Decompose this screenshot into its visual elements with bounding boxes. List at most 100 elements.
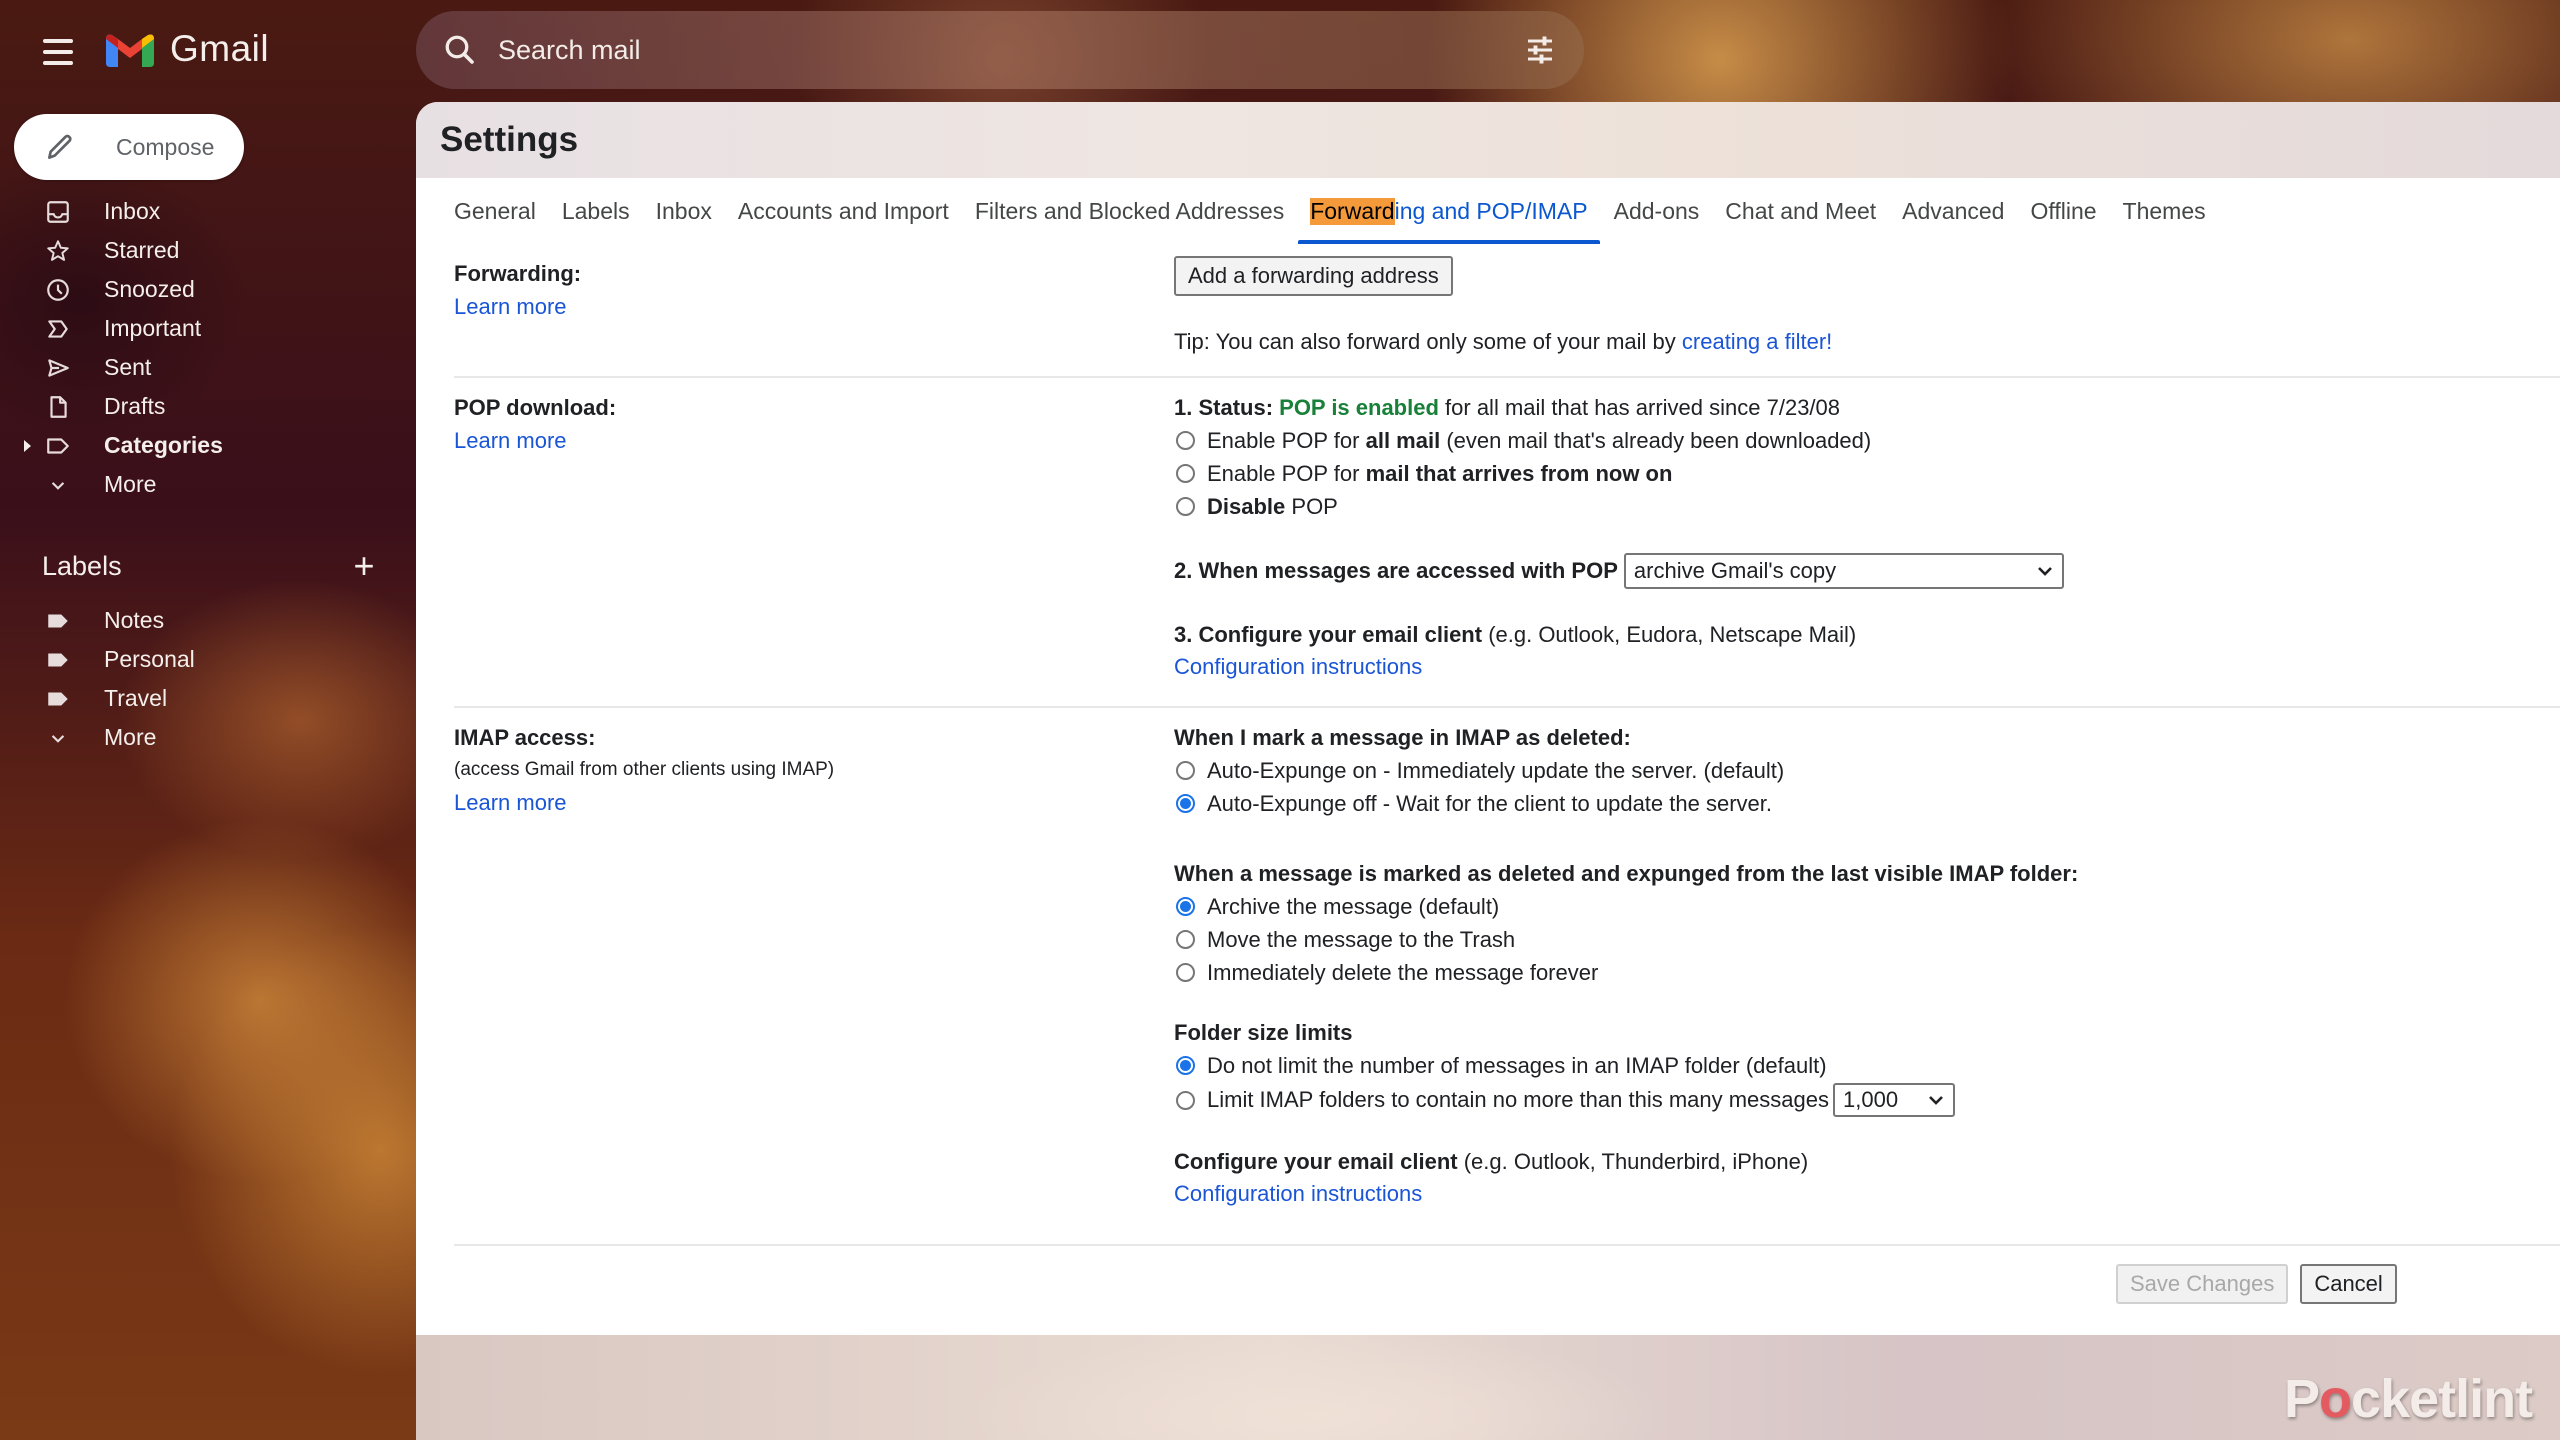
page-title: Settings (440, 120, 579, 159)
radio-button[interactable] (1176, 1090, 1195, 1110)
chevron-down-icon (51, 481, 65, 490)
add-label-button[interactable]: + (346, 548, 382, 584)
label-outline-icon (47, 437, 69, 454)
forwarding-section: Forwarding: Learn more Add a forwarding … (454, 244, 2560, 378)
send-icon (48, 358, 69, 377)
radio-button-checked[interactable] (1176, 794, 1195, 813)
imap-configure-examples: (e.g. Outlook, Thunderbird, iPhone) (1457, 1149, 1809, 1174)
pop-option-from-now-on[interactable]: Enable POP for mail that arrives from no… (1174, 457, 2560, 490)
cancel-button[interactable]: Cancel (2300, 1264, 2397, 1304)
imap-title: IMAP access: (454, 725, 596, 750)
move-to-trash-option[interactable]: Move the message to the Trash (1174, 923, 2560, 956)
option-text-bold: all mail (1365, 427, 1441, 453)
radio-button-checked[interactable] (1176, 1056, 1195, 1075)
pop-configuration-instructions-link[interactable]: Configuration instructions (1174, 651, 1422, 683)
pop-access-select[interactable]: archive Gmail's copy (1623, 553, 2064, 589)
label-item-travel[interactable]: Travel (0, 679, 410, 718)
pop-access-label: 2. When messages are accessed with POP (1174, 558, 1618, 583)
label-item-label: Notes (104, 607, 165, 633)
radio-button[interactable] (1176, 963, 1195, 982)
pop-status-value: POP is enabled (1279, 395, 1439, 420)
expand-arrow-icon[interactable] (24, 440, 31, 452)
search-icon[interactable] (442, 32, 478, 68)
radio-button[interactable] (1176, 761, 1195, 780)
compose-button[interactable]: Compose (14, 114, 244, 180)
label-item-more[interactable]: More (0, 718, 410, 757)
tab-inbox[interactable]: Inbox (656, 178, 712, 244)
folder-size-heading: Folder size limits (1174, 1020, 1353, 1045)
tab-add-ons[interactable]: Add-ons (1614, 178, 1700, 244)
labels-title: Labels (42, 550, 122, 581)
imap-learn-more-link[interactable]: Learn more (454, 786, 567, 820)
tab-filters-and-blocked-addresses[interactable]: Filters and Blocked Addresses (975, 178, 1284, 244)
option-text: (even mail that's already been downloade… (1446, 427, 1872, 453)
sidebar-item-important[interactable]: Important (0, 309, 410, 348)
select-value: 1,000 (1843, 1087, 1899, 1112)
auto-expunge-on-option[interactable]: Auto-Expunge on - Immediately update the… (1174, 754, 2560, 787)
search-bar[interactable] (416, 11, 1584, 89)
auto-expunge-off-option[interactable]: Auto-Expunge off - Wait for the client t… (1174, 787, 2560, 820)
gmail-logo[interactable]: Gmail (104, 28, 269, 70)
chevron-down-icon (51, 734, 65, 743)
menu-icon-bar (43, 39, 73, 43)
watermark-logo: Pocketlint (2284, 1368, 2533, 1430)
tab-advanced[interactable]: Advanced (1902, 178, 2004, 244)
tab-themes[interactable]: Themes (2123, 178, 2206, 244)
settings-tabs: General Labels Inbox Accounts and Import… (416, 178, 2560, 244)
imap-configuration-instructions-link[interactable]: Configuration instructions (1174, 1178, 1422, 1210)
sidebar-item-inbox[interactable]: Inbox (0, 192, 410, 231)
search-options-icon[interactable] (1522, 32, 1558, 68)
sidebar-item-snoozed[interactable]: Snoozed (0, 270, 410, 309)
pop-option-all-mail[interactable]: Enable POP for all mail (even mail that'… (1174, 424, 2560, 457)
tab-chat-and-meet[interactable]: Chat and Meet (1725, 178, 1876, 244)
archive-message-option[interactable]: Archive the message (default) (1174, 890, 2560, 923)
forwarding-tip: Tip: You can also forward only some of y… (1174, 329, 1682, 354)
save-changes-button[interactable]: Save Changes (2116, 1264, 2289, 1304)
add-forwarding-address-button[interactable]: Add a forwarding address (1174, 256, 1453, 296)
pop-learn-more-link[interactable]: Learn more (454, 424, 567, 458)
sidebar-item-more[interactable]: More (0, 465, 410, 504)
radio-button[interactable] (1176, 464, 1195, 483)
tab-labels[interactable]: Labels (562, 178, 630, 244)
tab-general[interactable]: General (454, 178, 536, 244)
search-input[interactable] (498, 34, 1522, 66)
limit-folder-option[interactable]: Limit IMAP folders to contain no more th… (1174, 1082, 2560, 1118)
option-text: Enable POP for (1207, 460, 1360, 486)
folder-limit-select[interactable]: 1,000 (1833, 1083, 1955, 1117)
menu-icon-bar (43, 50, 73, 54)
radio-button[interactable] (1176, 930, 1195, 949)
forwarding-title: Forwarding: (454, 261, 582, 286)
label-list: Notes Personal Travel More (0, 601, 410, 757)
settings-footer: Save Changes Cancel (416, 1246, 2560, 1326)
option-text: Move the message to the Trash (1207, 926, 1516, 952)
imap-deleted-heading: When I mark a message in IMAP as deleted… (1174, 725, 1631, 750)
tab-accounts-and-import[interactable]: Accounts and Import (738, 178, 949, 244)
tab-forwarding-and-pop-imap[interactable]: Forward ing and POP/IMAP (1298, 178, 1601, 244)
label-item-personal[interactable]: Personal (0, 640, 410, 679)
sidebar-item-drafts[interactable]: Drafts (0, 387, 410, 426)
chevron-down-icon (1929, 1096, 1943, 1105)
sidebar-item-categories[interactable]: Categories (0, 426, 410, 465)
pop-download-section: POP download: Learn more 1. Status: POP … (454, 378, 2560, 708)
forwarding-learn-more-link[interactable]: Learn more (454, 290, 567, 324)
clock-icon (47, 278, 69, 301)
delete-forever-option[interactable]: Immediately delete the message forever (1174, 956, 2560, 989)
important-icon (48, 319, 68, 338)
radio-button-checked[interactable] (1176, 897, 1195, 916)
main-menu-button[interactable] (34, 28, 82, 76)
settings-panel: Settings General Labels Inbox Accounts a… (416, 102, 2560, 1335)
labels-header: Labels + (42, 546, 382, 586)
pop-option-disable[interactable]: Disable POP (1174, 490, 2560, 523)
creating-filter-link[interactable]: creating a filter! (1682, 326, 1832, 358)
option-text: Auto-Expunge on - Immediately update the… (1207, 757, 1785, 783)
background-image (416, 1335, 2560, 1440)
sidebar-item-starred[interactable]: Starred (0, 231, 410, 270)
power-icon: o (2319, 1369, 2352, 1429)
pop-configure-label: 3. Configure your email client (1174, 622, 1483, 647)
sidebar-item-sent[interactable]: Sent (0, 348, 410, 387)
label-item-notes[interactable]: Notes (0, 601, 410, 640)
tab-offline[interactable]: Offline (2030, 178, 2096, 244)
radio-button[interactable] (1176, 497, 1195, 516)
radio-button[interactable] (1176, 431, 1195, 450)
no-folder-limit-option[interactable]: Do not limit the number of messages in a… (1174, 1049, 2560, 1082)
